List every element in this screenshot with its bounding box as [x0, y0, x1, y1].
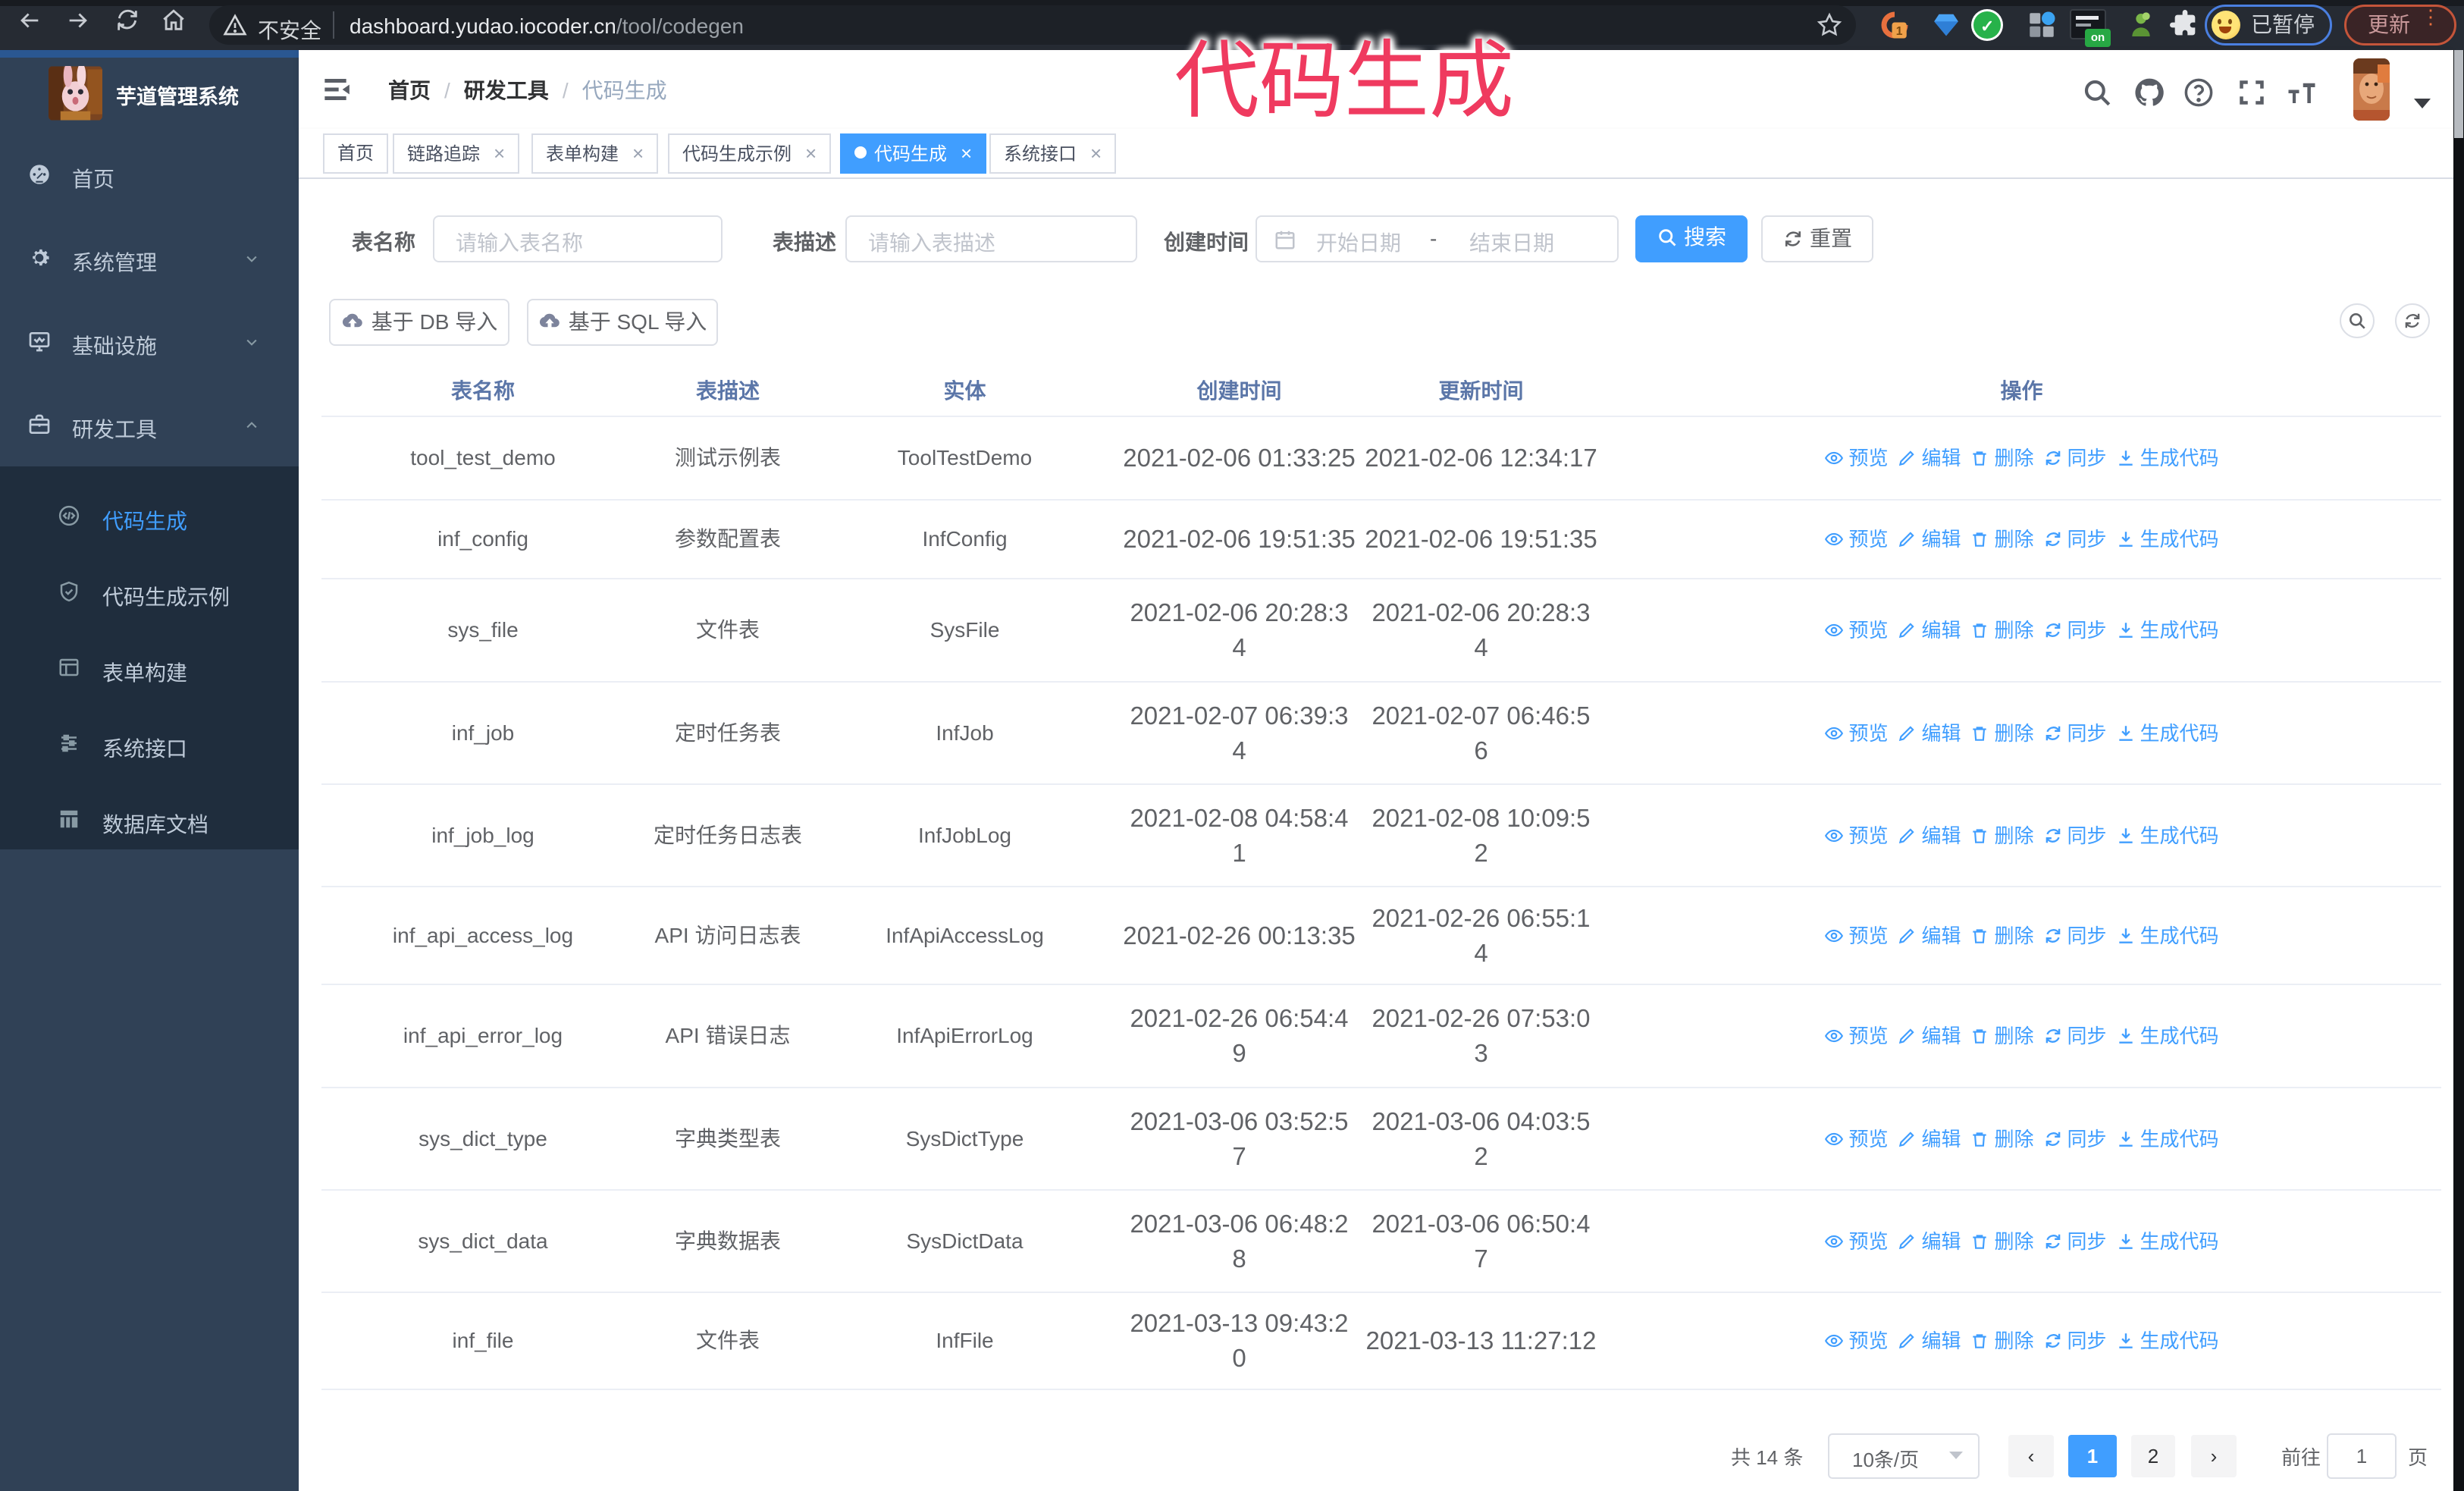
svg-text:1: 1: [1896, 25, 1903, 38]
